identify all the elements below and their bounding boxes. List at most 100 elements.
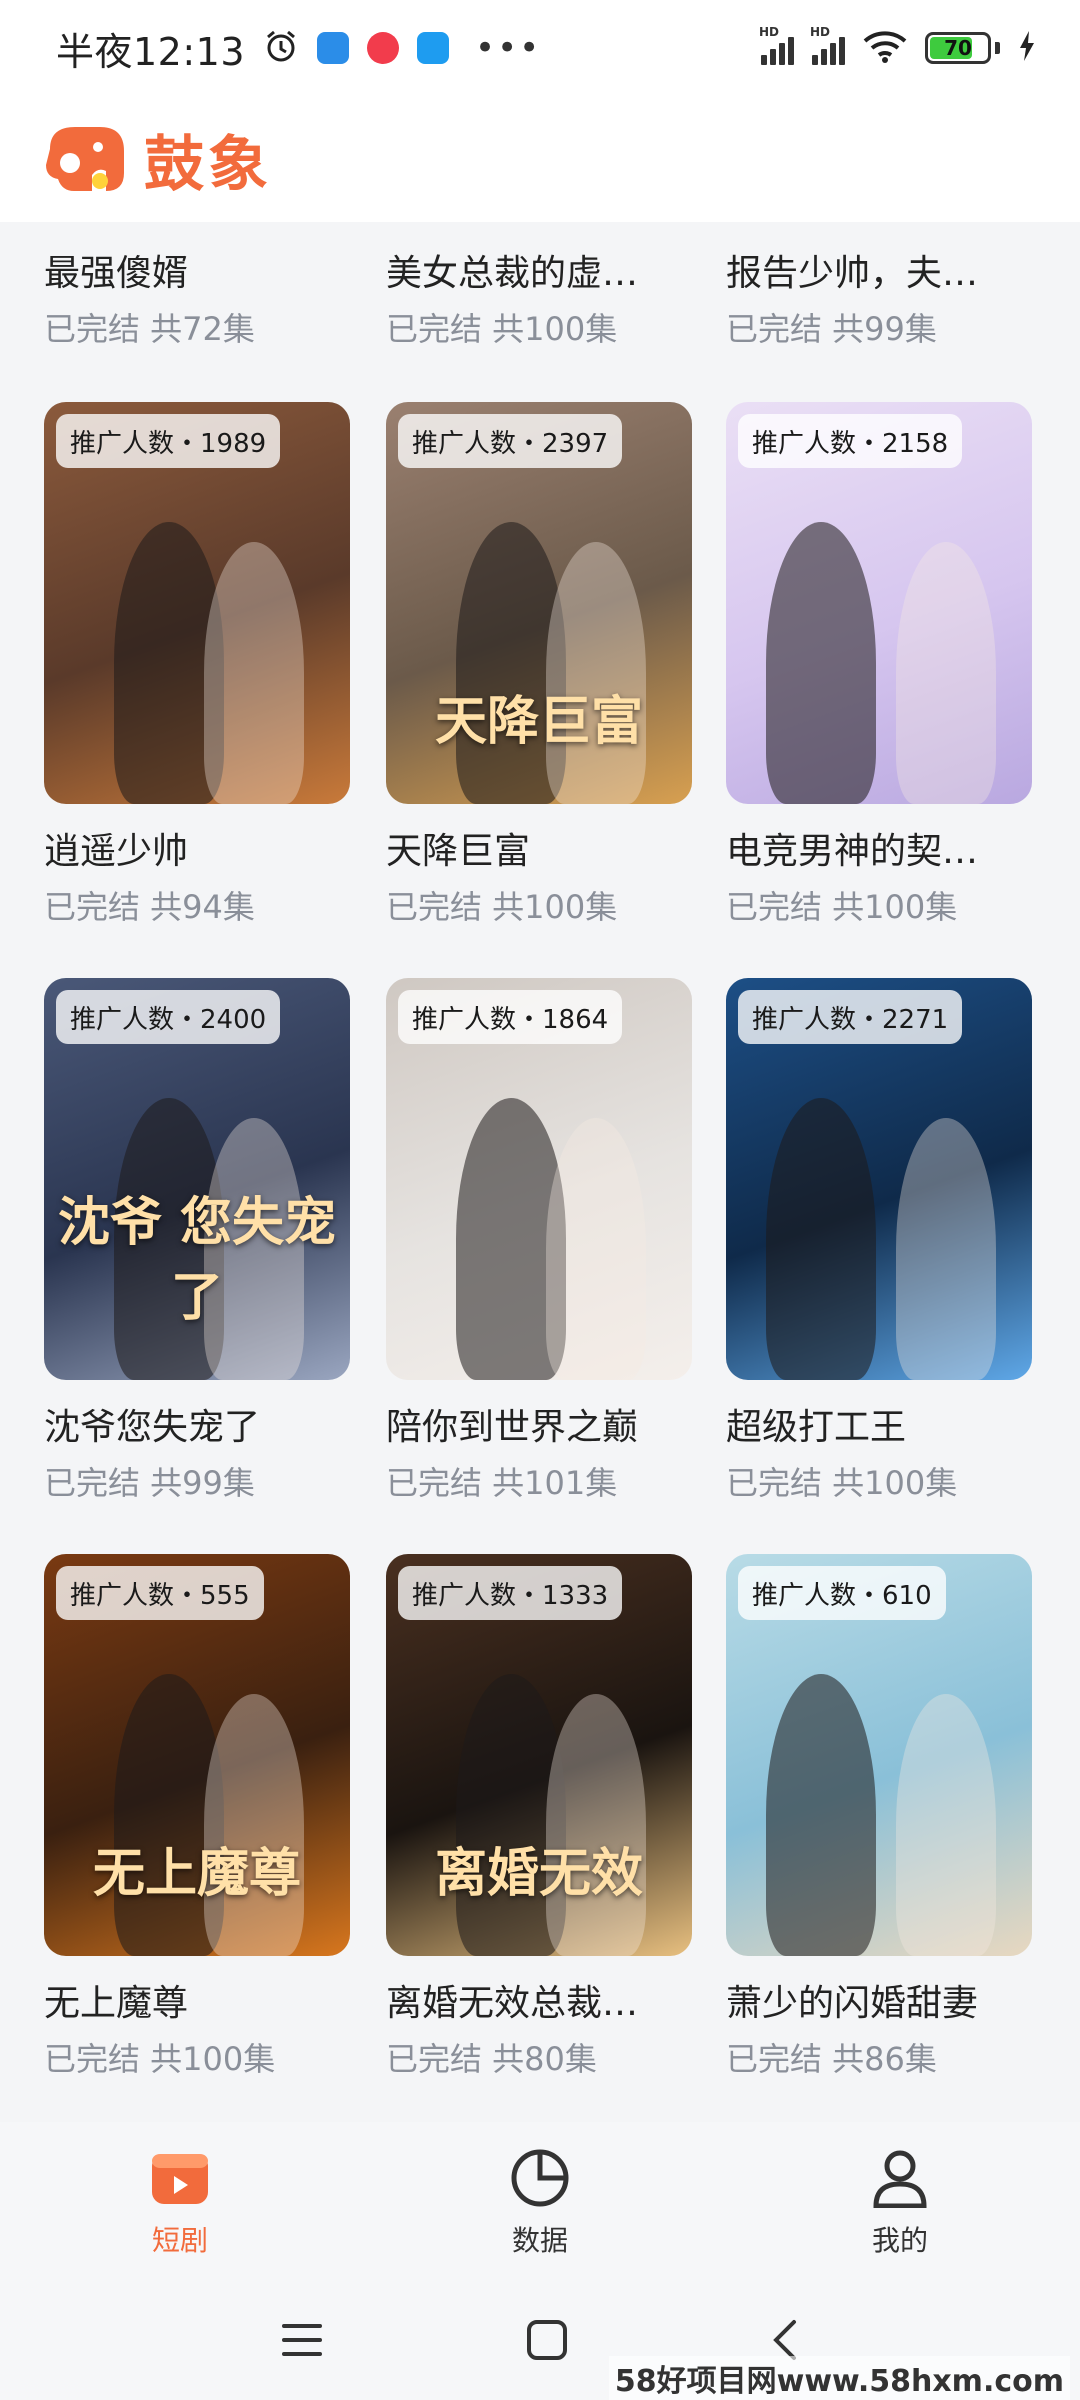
charging-icon bbox=[1018, 30, 1036, 66]
promoter-count-badge: 推广人数・1989 bbox=[56, 414, 281, 468]
brand-header: 鼓象 bbox=[0, 96, 1080, 222]
brand-name: 鼓象 bbox=[144, 129, 272, 200]
grid-row: 推广人数・1989 逍遥少帅已完结 共94集 天降巨富 推广人数・2397 天降巨富已完… bbox=[0, 402, 1080, 962]
poster-image[interactable]: 推广人数・610 bbox=[726, 1554, 1032, 1956]
card-title: 无上魔尊 bbox=[44, 1983, 189, 2024]
card-meta: 已完结 共99集 bbox=[726, 310, 937, 348]
drama-card[interactable]: 推广人数・1864 陪你到世界之巅 已完结 共101集 bbox=[386, 978, 692, 1504]
drama-card[interactable]: 最强傻婿 已完结 共72集 bbox=[44, 244, 350, 350]
card-meta: 已完结 共100集 bbox=[386, 310, 618, 348]
poster-image[interactable]: 离婚无效 推广人数・1333 bbox=[386, 1554, 692, 1956]
pie-chart-icon bbox=[509, 2147, 571, 2209]
poster-title-art: 无上魔尊 bbox=[92, 1843, 301, 1904]
home-icon[interactable] bbox=[525, 2318, 569, 2366]
poster-image[interactable]: 推广人数・1989 bbox=[44, 402, 350, 804]
alarm-icon bbox=[263, 28, 299, 68]
app-root: 半夜12:13 ••• HD HD 70 鼓象 最强傻婿 已完结 共72集 美女… bbox=[0, 0, 1080, 2400]
status-left: 半夜12:13 ••• bbox=[56, 21, 541, 76]
menu-icon[interactable] bbox=[280, 2320, 324, 2364]
poster-figure bbox=[766, 1674, 876, 1956]
battery-icon: 70 bbox=[925, 32, 991, 64]
app-calendar-icon bbox=[317, 32, 350, 64]
poster-figure bbox=[204, 542, 304, 804]
drama-card[interactable]: 无上魔尊 推广人数・555 无上魔尊已完结 共100集 bbox=[44, 1554, 350, 2080]
drama-card[interactable]: 报告少帅，夫… 已完结 共99集 bbox=[726, 244, 1032, 350]
poster-figure bbox=[896, 1694, 996, 1956]
promoter-count-badge: 推广人数・555 bbox=[56, 1566, 264, 1620]
elephant-logo-icon bbox=[46, 127, 124, 191]
card-title: 报告少帅，夫… bbox=[726, 253, 979, 294]
poster-figure bbox=[546, 1118, 646, 1380]
promoter-count-badge: 推广人数・2158 bbox=[738, 414, 963, 468]
card-meta: 已完结 共100集 bbox=[726, 1464, 958, 1502]
drama-card[interactable]: 沈爷 您失宠了 推广人数・2400 沈爷您失宠了 已完结 共99集 bbox=[44, 978, 350, 1504]
poster-image[interactable]: 推广人数・2271 bbox=[726, 978, 1032, 1380]
grid-row-top: 最强傻婿 已完结 共72集 美女总裁的虚… 已完结 共100集 报告少帅，夫… … bbox=[0, 222, 1080, 348]
nav-label: 短剧 bbox=[151, 2224, 208, 2257]
poster-figure bbox=[546, 542, 646, 804]
drama-card[interactable]: 推广人数・1989 逍遥少帅已完结 共94集 bbox=[44, 402, 350, 928]
nav-label: 数据 bbox=[511, 2224, 568, 2257]
poster-image[interactable]: 推广人数・1864 bbox=[386, 978, 692, 1380]
drama-card[interactable]: 推广人数・2158 电竞男神的契… 已完结 共100集 bbox=[726, 402, 1032, 928]
poster-figure bbox=[546, 1694, 646, 1956]
promoter-count-badge: 推广人数・2271 bbox=[738, 990, 963, 1044]
hd-label: HD bbox=[810, 25, 831, 39]
poster-figure bbox=[896, 542, 996, 804]
poster-image[interactable]: 推广人数・2158 bbox=[726, 402, 1032, 804]
status-time: 半夜12:13 bbox=[56, 29, 246, 74]
card-title: 超级打工王 bbox=[726, 1407, 907, 1448]
card-title: 最强傻婿 bbox=[44, 253, 189, 294]
card-title: 离婚无效总裁… bbox=[386, 1983, 639, 2024]
card-title: 萧少的闪婚甜妻 bbox=[726, 1983, 979, 2024]
promoter-count-badge: 推广人数・610 bbox=[738, 1566, 946, 1620]
poster-image[interactable]: 天降巨富 推广人数・2397 bbox=[386, 402, 692, 804]
promoter-count-badge: 推广人数・1864 bbox=[398, 990, 623, 1044]
music-icon bbox=[367, 32, 400, 64]
card-title: 逍遥少帅 bbox=[44, 831, 189, 872]
poster-image[interactable]: 无上魔尊 推广人数・555 bbox=[44, 1554, 350, 1956]
card-meta: 已完结 共72集 bbox=[44, 310, 255, 348]
status-bar: 半夜12:13 ••• HD HD 70 bbox=[0, 0, 1080, 96]
poster-figure bbox=[766, 522, 876, 804]
promoter-count-badge: 推广人数・2400 bbox=[56, 990, 281, 1044]
grid-row: 无上魔尊 推广人数・555 无上魔尊 已完结 共100集 离婚无效 推广人数・1333 离婚… bbox=[0, 1554, 1080, 2114]
nav-label: 我的 bbox=[871, 2224, 928, 2257]
card-title: 陪你到世界之巅 bbox=[386, 1407, 639, 1448]
nav-tab-data[interactable]: 数据 bbox=[440, 2147, 640, 2259]
card-meta: 已完结 共94集 bbox=[44, 888, 255, 926]
drama-card[interactable]: 离婚无效 推广人数・1333 离婚无效总裁… 已完结 共80集 bbox=[386, 1554, 692, 2080]
card-meta: 已完结 共99集 bbox=[44, 1464, 255, 1502]
poster-title-art: 沈爷 您失宠了 bbox=[57, 1192, 337, 1328]
wifi-icon bbox=[863, 29, 907, 67]
poster-title-art: 离婚无效 bbox=[434, 1843, 643, 1904]
poster-figure bbox=[204, 1694, 304, 1956]
card-meta: 已完结 共100集 bbox=[386, 888, 618, 926]
card-meta: 已完结 共100集 bbox=[44, 2040, 276, 2078]
nav-tab-mine[interactable]: 我的 bbox=[800, 2147, 1000, 2259]
drama-card[interactable]: 美女总裁的虚… 已完结 共100集 bbox=[386, 244, 692, 350]
card-title: 电竞男神的契… bbox=[726, 831, 979, 872]
card-title: 天降巨富 bbox=[386, 831, 531, 872]
card-title: 美女总裁的虚… bbox=[386, 253, 639, 294]
short-drama-icon bbox=[149, 2147, 211, 2209]
cloud-icon bbox=[417, 32, 450, 64]
hd-label: HD bbox=[759, 25, 780, 39]
drama-list[interactable]: 最强傻婿 已完结 共72集 美女总裁的虚… 已完结 共100集 报告少帅，夫… … bbox=[0, 222, 1080, 2122]
card-meta: 已完结 共101集 bbox=[386, 1464, 618, 1502]
drama-card[interactable]: 推广人数・610 萧少的闪婚甜妻 已完结 共86集 bbox=[726, 1554, 1032, 2080]
nav-tab-short-drama[interactable]: 短剧 bbox=[80, 2147, 280, 2259]
promoter-count-badge: 推广人数・1333 bbox=[398, 1566, 623, 1620]
card-meta: 已完结 共100集 bbox=[726, 888, 958, 926]
hd-signal-icon: HD bbox=[759, 25, 794, 65]
more-dots-icon: ••• bbox=[475, 28, 542, 68]
card-meta: 已完结 共80集 bbox=[386, 2040, 597, 2078]
watermark-text: 58好项目网www.58hxm.com bbox=[608, 2356, 1070, 2400]
poster-figure bbox=[896, 1118, 996, 1380]
drama-card[interactable]: 天降巨富 推广人数・2397 天降巨富已完结 共100集 bbox=[386, 402, 692, 928]
poster-image[interactable]: 沈爷 您失宠了 推广人数・2400 bbox=[44, 978, 350, 1380]
card-meta: 已完结 共86集 bbox=[726, 2040, 937, 2078]
drama-card[interactable]: 推广人数・2271 超级打工王已完结 共100集 bbox=[726, 978, 1032, 1504]
status-right: HD HD 70 bbox=[759, 25, 1036, 67]
grid-row: 沈爷 您失宠了 推广人数・2400 沈爷您失宠了 已完结 共99集 推广人数・1864 陪… bbox=[0, 978, 1080, 1538]
